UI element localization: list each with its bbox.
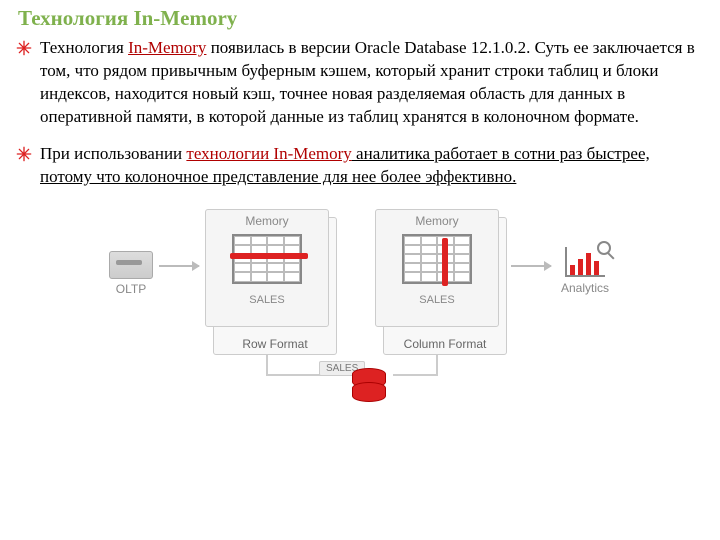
memory-label: Memory bbox=[206, 214, 328, 228]
analytics-label: Analytics bbox=[555, 281, 615, 295]
row-highlight bbox=[230, 253, 308, 259]
sales-label: SALES bbox=[376, 294, 498, 306]
bullet-item: При использовании технологии In-Memory а… bbox=[14, 143, 700, 189]
oltp-label: OLTP bbox=[101, 282, 161, 296]
oltp-icon: OLTP bbox=[101, 251, 161, 296]
bullet-text: При использовании технологии In-Memory а… bbox=[40, 144, 650, 186]
row-format-card: Memory SALES bbox=[205, 209, 329, 327]
bullet-list: Технология In-Memory появилась в версии … bbox=[14, 37, 700, 189]
analytics-icon: Analytics bbox=[555, 247, 615, 295]
memory-label: Memory bbox=[376, 214, 498, 228]
inmemory-link: In-Memory bbox=[128, 38, 206, 57]
row-table-icon bbox=[232, 234, 302, 284]
architecture-diagram: OLTP Row Format Memory SALES Column Form… bbox=[97, 203, 617, 408]
sales-label: SALES bbox=[206, 294, 328, 306]
row-format-label: Row Format bbox=[214, 337, 336, 351]
magnifier-icon bbox=[597, 241, 611, 255]
column-format-label: Column Format bbox=[384, 337, 506, 351]
database-icon bbox=[352, 368, 390, 400]
column-format-card: Memory SALES bbox=[375, 209, 499, 327]
star-icon bbox=[16, 146, 32, 162]
column-table-icon bbox=[402, 234, 472, 284]
column-highlight bbox=[442, 238, 448, 286]
bullet-item: Технология In-Memory появилась в версии … bbox=[14, 37, 700, 129]
inmemory-link: технологии In-Memory bbox=[186, 144, 351, 163]
arrow-icon bbox=[511, 265, 551, 267]
bullet-text: Технология In-Memory появилась в версии … bbox=[40, 38, 695, 126]
arrow-icon bbox=[159, 265, 199, 267]
star-icon bbox=[16, 40, 32, 56]
slide-title: Технология In-Memory bbox=[18, 6, 700, 31]
